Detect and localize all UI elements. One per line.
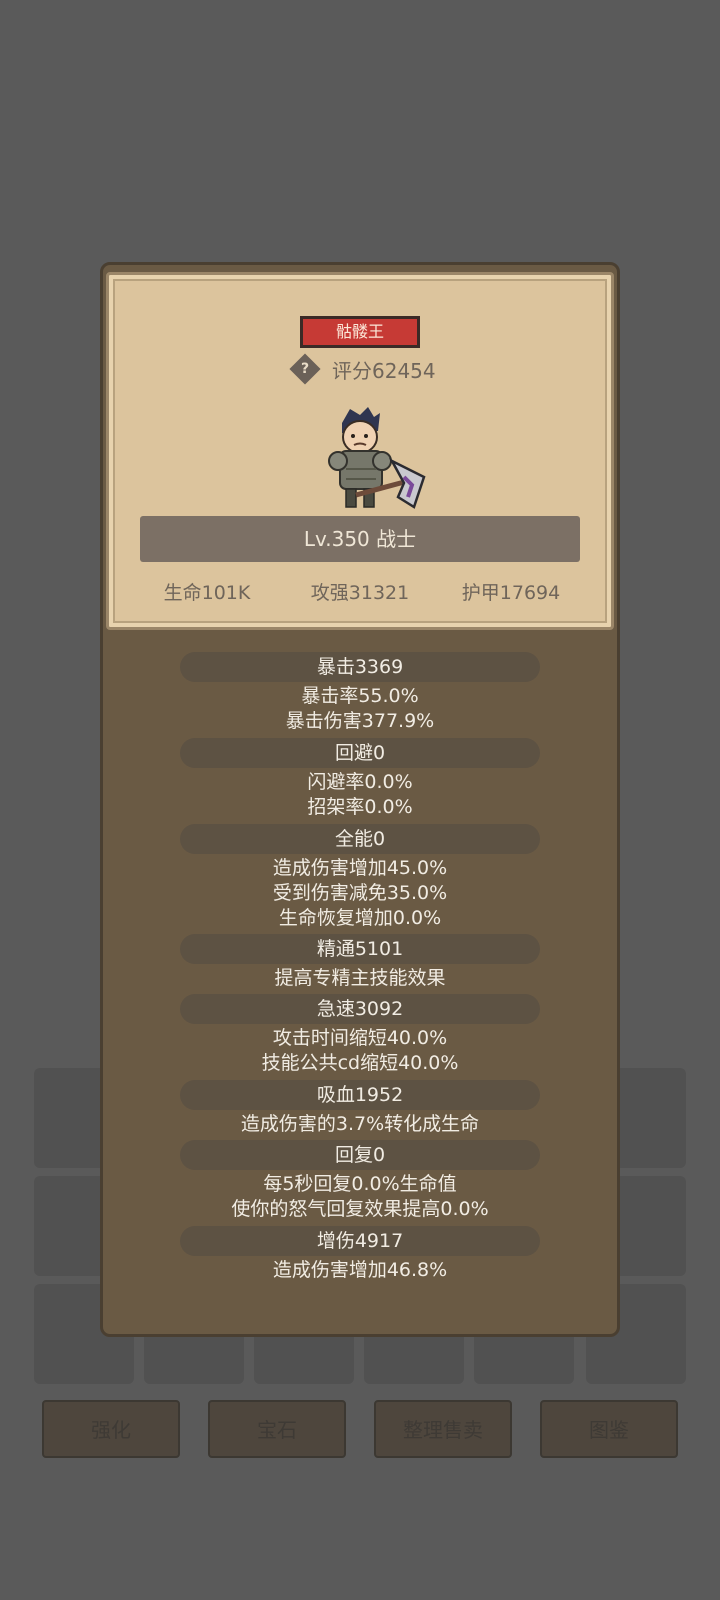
enhance-button[interactable]: 强化 (42, 1400, 180, 1458)
stat-header-versatility: 全能0 (180, 824, 540, 854)
stat-detail-line: 攻击时间缩短40.0% (272, 1027, 448, 1049)
stat-detail-line: 造成伤害的3.7%转化成生命 (240, 1113, 480, 1135)
score-row: ? 评分62454 (289, 353, 436, 385)
stat-detail-line: 造成伤害增加45.0% (272, 857, 448, 879)
level-class-bar: Lv.350 战士 (140, 516, 580, 562)
stat-detail-line: 生命恢复增加0.0% (278, 907, 442, 929)
stat-detail-line: 闪避率0.0% (307, 771, 413, 793)
primary-stats-row: 生命101K 攻强31321 护甲17694 (140, 578, 580, 608)
stat-hp: 生命101K (163, 582, 251, 604)
stat-detail-line: 受到伤害减免35.0% (272, 882, 448, 904)
hero-name-tag: 骷髅王 (300, 316, 420, 348)
gem-button[interactable]: 宝石 (208, 1400, 346, 1458)
stat-header-lifesteal: 吸血1952 (180, 1080, 540, 1110)
stat-header-dodge: 回避0 (180, 738, 540, 768)
stat-detail-line: 招架率0.0% (307, 796, 413, 818)
score-text: 评分62454 (332, 358, 436, 383)
stat-header-damage-boost: 增伤4917 (180, 1226, 540, 1256)
stat-detail-line: 提高专精主技能效果 (274, 967, 446, 989)
stat-detail-line: 技能公共cd缩短40.0% (261, 1052, 459, 1074)
help-icon[interactable]: ? (289, 353, 321, 385)
warrior-avatar-icon (328, 407, 426, 509)
stat-header-regen: 回复0 (180, 1140, 540, 1170)
stat-detail-line: 暴击伤害377.9% (285, 710, 435, 732)
stat-detail-line: 每5秒回复0.0%生命值 (263, 1173, 457, 1195)
bottom-action-bar: 强化 宝石 整理售卖 图鉴 (40, 1400, 680, 1460)
codex-button[interactable]: 图鉴 (540, 1400, 678, 1458)
stat-detail-line: 暴击率55.0% (301, 685, 419, 707)
stat-armor: 护甲17694 (461, 582, 561, 604)
stat-header-mastery: 精通5101 (180, 934, 540, 964)
stat-detail-line: 使你的怒气回复效果提高0.0% (231, 1198, 489, 1220)
sort-sell-button[interactable]: 整理售卖 (374, 1400, 512, 1458)
stat-attack: 攻强31321 (310, 582, 410, 604)
stat-header-haste: 急速3092 (180, 994, 540, 1024)
stat-detail-line: 造成伤害增加46.8% (272, 1259, 448, 1281)
stat-header-crit: 暴击3369 (180, 652, 540, 682)
